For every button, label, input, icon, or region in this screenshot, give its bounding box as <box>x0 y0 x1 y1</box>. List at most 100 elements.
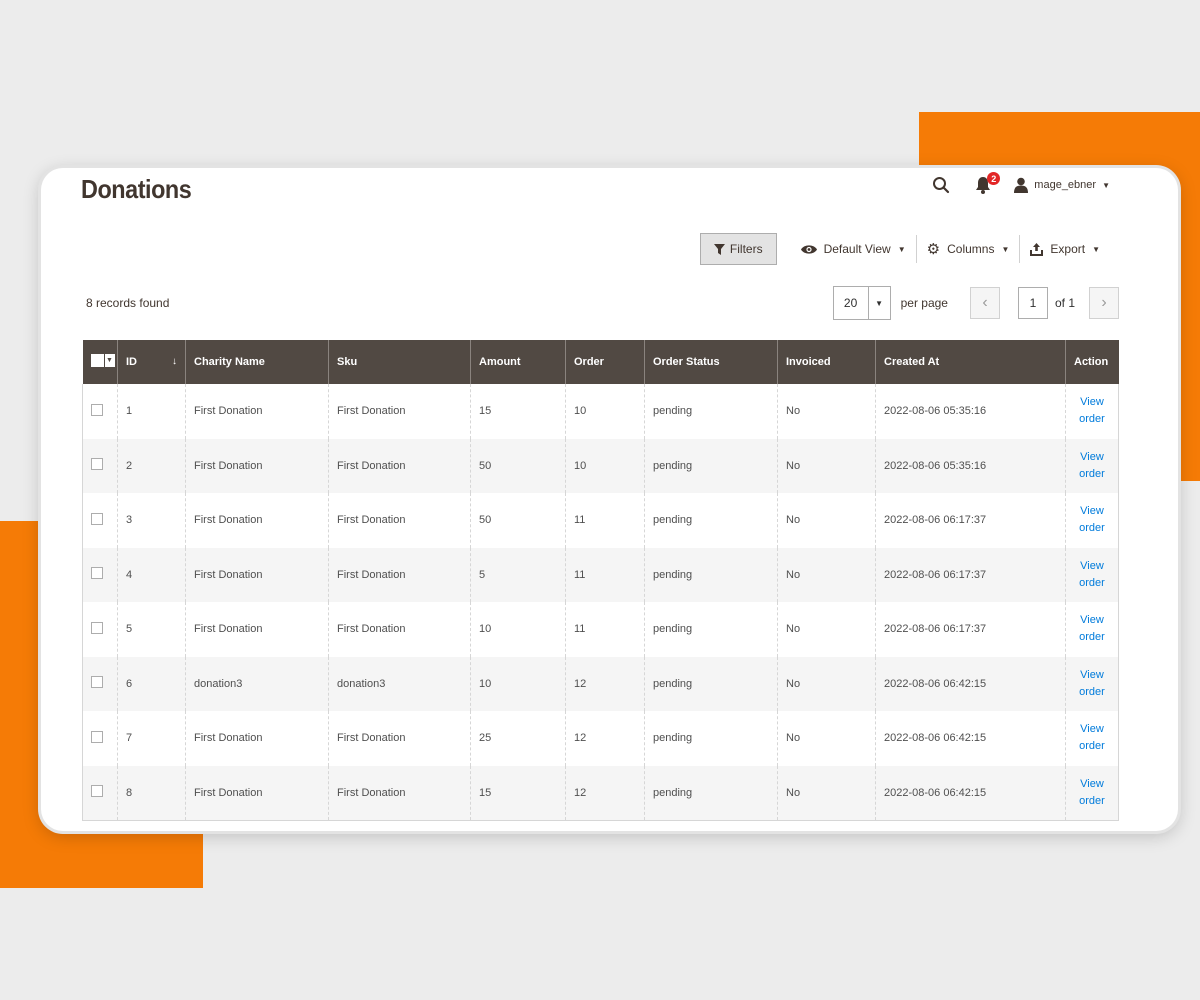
chevron-right-icon: › <box>1101 294 1107 311</box>
column-header-id[interactable]: ID ↓ <box>117 340 186 384</box>
per-page-select[interactable]: 20 ▼ <box>832 286 891 320</box>
column-header-created-at[interactable]: Created At <box>875 340 1066 384</box>
columns-dropdown[interactable]: ⚙ Columns ▼ <box>917 233 1020 265</box>
cell-sku: donation3 <box>328 656 471 711</box>
cell-invoiced: No <box>777 438 876 493</box>
cell-order-status: pending <box>644 384 778 439</box>
row-checkbox[interactable] <box>91 512 103 525</box>
cell-amount: 15 <box>470 765 566 821</box>
page-count-label: of 1 <box>1054 296 1075 310</box>
cell-order: 11 <box>565 547 645 602</box>
export-dropdown[interactable]: Export ▼ <box>1020 233 1110 265</box>
cell-amount: 50 <box>470 493 566 548</box>
column-header-order[interactable]: Order <box>565 340 645 384</box>
view-order-link[interactable]: View order <box>1074 558 1110 592</box>
column-header-invoiced[interactable]: Invoiced <box>777 340 876 384</box>
table-row[interactable]: 3 First Donation First Donation 50 11 pending… <box>82 493 1119 548</box>
cell-order: 11 <box>565 602 645 657</box>
column-header-action: Action <box>1065 340 1119 384</box>
view-order-link[interactable]: View order <box>1074 449 1110 483</box>
cell-order-status: pending <box>644 656 778 711</box>
cell-id: 6 <box>117 656 186 711</box>
cell-select <box>82 765 118 821</box>
cell-order: 11 <box>565 493 645 548</box>
row-checkbox[interactable] <box>91 458 103 471</box>
chevron-down-icon[interactable]: ▼ <box>867 287 890 319</box>
table-row[interactable]: 2 First Donation First Donation 50 10 pending… <box>82 438 1119 493</box>
cell-order: 10 <box>565 438 645 493</box>
cell-created-at: 2022-08-06 06:42:15 <box>875 656 1066 711</box>
cell-order-status: pending <box>644 711 778 766</box>
cell-order-status: pending <box>644 765 778 821</box>
column-header-sku[interactable]: Sku <box>328 340 471 384</box>
pagination: 20 ▼ per page ‹ 1 of 1 › <box>832 286 1119 320</box>
cell-sku: First Donation <box>328 765 471 821</box>
mass-select-control[interactable]: ▼ <box>90 354 115 367</box>
mass-select-header[interactable]: ▼ <box>82 340 118 384</box>
table-row[interactable]: 1 First Donation First Donation 15 10 pending… <box>82 384 1119 439</box>
row-checkbox[interactable] <box>91 676 103 689</box>
cell-id: 7 <box>117 711 186 766</box>
prev-page-button[interactable]: ‹ <box>969 287 1000 319</box>
chevron-down-icon: ▼ <box>1001 244 1010 254</box>
table-row[interactable]: 6 donation3 donation3 10 12 pending No 2022-08-… <box>82 656 1119 711</box>
cell-created-at: 2022-08-06 06:42:15 <box>875 711 1066 766</box>
cell-select <box>82 438 118 493</box>
cell-invoiced: No <box>777 656 876 711</box>
view-order-link[interactable]: View order <box>1074 776 1110 810</box>
cell-order: 12 <box>565 765 645 821</box>
bell-icon[interactable]: 2 <box>972 172 1001 196</box>
user-menu[interactable]: mage_ebner ▼ <box>1014 177 1110 193</box>
cell-order: 10 <box>565 384 645 439</box>
view-order-link[interactable]: View order <box>1074 503 1110 537</box>
row-checkbox[interactable] <box>91 730 103 743</box>
cell-action: View order <box>1065 384 1119 439</box>
column-header-amount[interactable]: Amount <box>470 340 566 384</box>
table-row[interactable]: 5 First Donation First Donation 10 11 pending… <box>82 602 1119 657</box>
chevron-left-icon: ‹ <box>982 294 988 311</box>
per-page-label: per page <box>900 296 948 310</box>
donations-table: ▼ ID ↓ Charity Name Sku Amount Order Orde… <box>82 340 1119 821</box>
column-header-charity-name[interactable]: Charity Name <box>185 340 329 384</box>
search-icon[interactable] <box>930 174 952 196</box>
column-header-order-status[interactable]: Order Status <box>644 340 778 384</box>
cell-charity-name: First Donation <box>185 547 329 602</box>
cell-charity-name: First Donation <box>185 602 329 657</box>
cell-charity-name: donation3 <box>185 656 329 711</box>
row-checkbox[interactable] <box>91 567 103 580</box>
cell-charity-name: First Donation <box>185 765 329 821</box>
next-page-button[interactable]: › <box>1089 287 1119 319</box>
view-order-link[interactable]: View order <box>1074 721 1110 755</box>
page-number-input[interactable]: 1 <box>1017 287 1048 319</box>
table-row[interactable]: 7 First Donation First Donation 25 12 pending… <box>82 711 1119 766</box>
cell-select <box>82 547 118 602</box>
table-row[interactable]: 4 First Donation First Donation 5 11 pending N… <box>82 547 1119 602</box>
row-checkbox[interactable] <box>91 621 103 634</box>
cell-id: 2 <box>117 438 186 493</box>
cell-charity-name: First Donation <box>185 384 329 439</box>
filters-button[interactable]: Filters <box>699 233 777 265</box>
table-header-row: ▼ ID ↓ Charity Name Sku Amount Order Orde… <box>82 340 1119 384</box>
view-dropdown[interactable]: Default View ▼ <box>791 233 916 265</box>
cell-select <box>82 602 118 657</box>
filter-icon <box>713 243 725 255</box>
chevron-down-icon[interactable]: ▼ <box>104 354 115 367</box>
cell-created-at: 2022-08-06 06:17:37 <box>875 493 1066 548</box>
cell-charity-name: First Donation <box>185 711 329 766</box>
filters-label: Filters <box>729 242 763 256</box>
table-row[interactable]: 8 First Donation First Donation 15 12 pending… <box>82 765 1119 821</box>
notification-badge: 2 <box>987 172 1001 185</box>
cell-invoiced: No <box>777 711 876 766</box>
admin-panel: Donations 2 mage_ebner ▼ Filters Default… <box>41 168 1178 831</box>
mass-select-checkbox[interactable] <box>90 354 104 367</box>
page-title: Donations <box>81 174 192 204</box>
cell-id: 8 <box>117 765 186 821</box>
cell-amount: 25 <box>470 711 566 766</box>
view-order-link[interactable]: View order <box>1074 667 1110 701</box>
row-checkbox[interactable] <box>91 403 103 416</box>
row-checkbox[interactable] <box>91 785 103 797</box>
columns-label: Columns <box>947 242 995 256</box>
view-order-link[interactable]: View order <box>1074 394 1110 428</box>
user-icon <box>1014 177 1029 193</box>
view-order-link[interactable]: View order <box>1074 612 1110 646</box>
